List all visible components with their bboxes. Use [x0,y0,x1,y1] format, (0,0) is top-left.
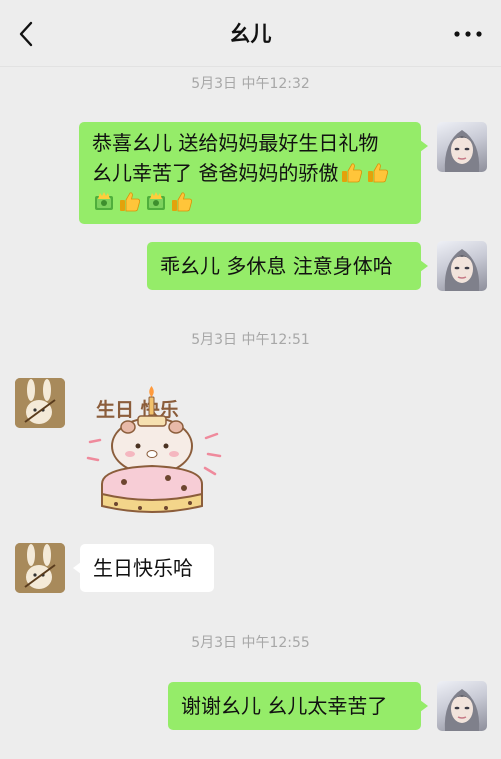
message-bubble-self[interactable]: 乖幺儿 多休息 注意身体哈 [147,242,428,290]
woman-portrait-icon [444,130,480,172]
thumbs-up-icon [368,163,389,183]
woman-portrait-icon [444,689,480,731]
rabbit-cartoon-icon [15,378,65,428]
money-icon [147,192,165,210]
message-bubble-peer[interactable]: 生日快乐哈 [73,544,214,592]
thumbs-up-icon [342,163,363,183]
avatar-self[interactable] [437,241,487,291]
money-icon [95,192,113,210]
more-button[interactable] [453,26,483,40]
birthday-cake-sticker[interactable]: 生日 快乐 [80,382,230,522]
message-text-line: 幺儿幸苦了 爸爸妈妈的骄傲 [92,161,339,185]
message-timestamp: 5月3日 中午12:55 [191,635,310,651]
chat-header: 幺儿 [0,0,501,67]
message-timestamp: 5月3日 中午12:51 [191,332,310,348]
message-text-line: 恭喜幺儿 送给妈妈最好生日礼物 [92,131,379,155]
avatar-self[interactable] [437,122,487,172]
avatar-self[interactable] [437,681,487,731]
thumbs-up-icon [120,192,140,212]
message-bubble-self[interactable]: 谢谢幺儿 幺儿太幸苦了 [168,682,428,730]
thumbs-up-icon [172,192,192,212]
more-dots-icon [454,31,482,37]
birthday-cake-icon: 生日 快乐 [86,386,222,513]
avatar-peer[interactable] [15,378,65,428]
chat-title: 幺儿 [229,22,272,46]
woman-portrait-icon [444,249,480,291]
avatar-peer[interactable] [15,543,65,593]
message-timestamp: 5月3日 中午12:32 [191,76,310,92]
message-bubble-self[interactable]: 恭喜幺儿 送给妈妈最好生日礼物 幺儿幸苦了 爸爸妈妈的骄傲 [79,122,428,224]
rabbit-cartoon-icon [15,543,65,593]
